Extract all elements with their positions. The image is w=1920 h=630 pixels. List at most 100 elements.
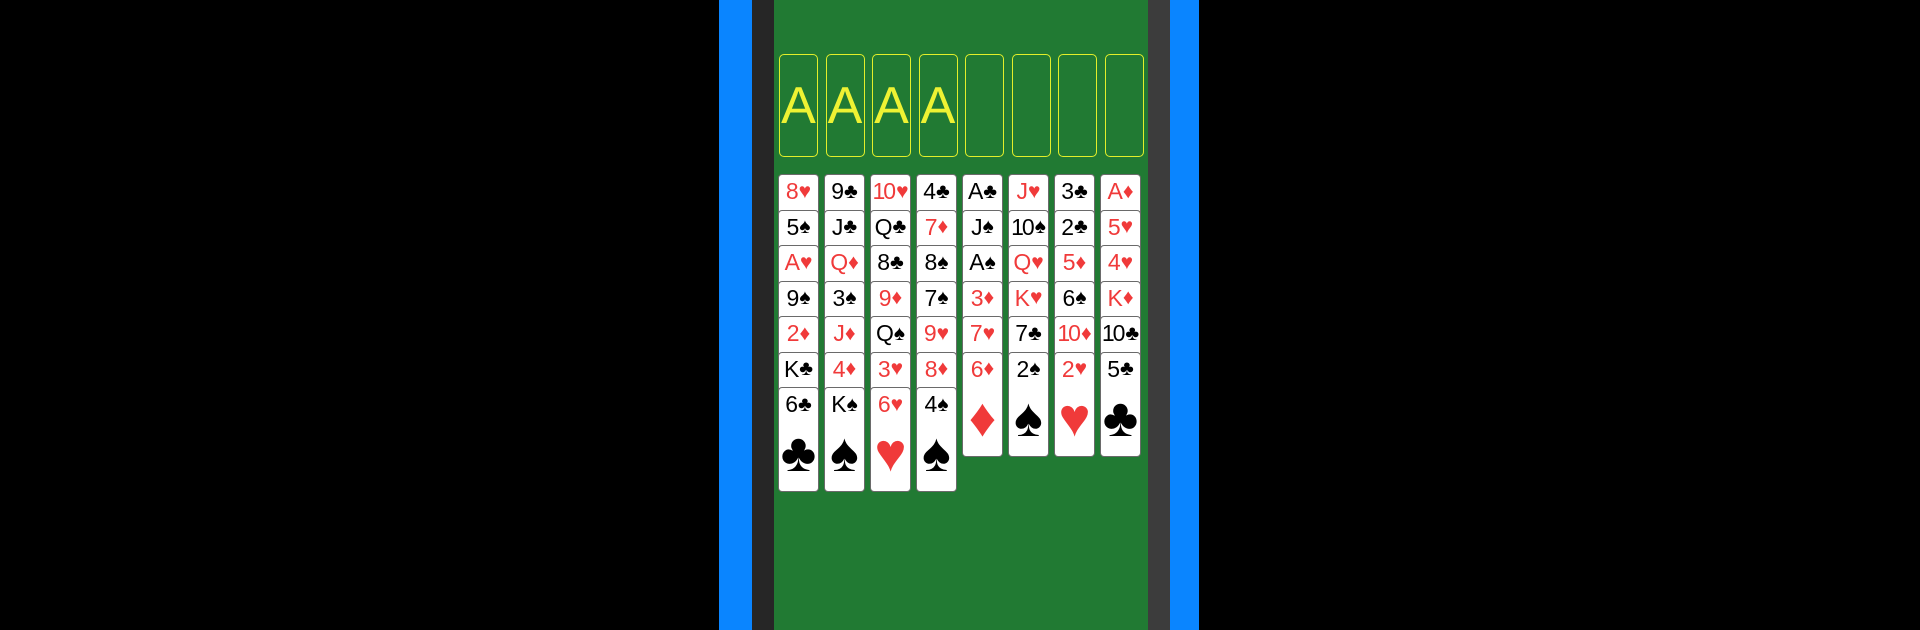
foundation-slot-1[interactable]: A [779,54,818,157]
heart-icon: ♥ [798,179,812,203]
spade-icon: ♠ [845,286,857,309]
card-rank: 2 [1016,355,1030,382]
card-5-of-clubs[interactable]: 5♣ ♣ [1100,351,1141,457]
heart-large-icon: ♥ [874,423,907,483]
card-rank: Q [1013,249,1031,275]
card-rank: A [969,249,984,275]
device-bezel-right [1148,0,1170,630]
heart-icon: ♥ [1120,250,1134,274]
diamond-icon: ♦ [983,357,995,380]
card-rank: 3 [832,284,846,311]
card-rank: A [784,249,800,275]
spade-icon: ♠ [799,286,811,309]
card-4-of-spades[interactable]: 4♠ ♠ [916,387,957,492]
card-rank: Q [875,320,894,346]
card-rank: J [831,213,843,240]
heart-icon: ♥ [799,250,813,274]
card-rank: 6 [785,391,798,417]
card-rank: 2 [1061,355,1075,382]
diamond-icon: ♦ [1122,286,1134,309]
card-rank: Q [874,213,893,240]
heart-icon: ♥ [982,321,996,345]
freecell-slot-2[interactable] [1011,54,1051,157]
foundation-slot-4[interactable]: A [918,54,958,157]
card-rank: 9 [878,284,892,311]
club-large-icon: ♣ [780,423,817,483]
diamond-large-icon: ♦ [968,387,997,448]
club-icon: ♣ [892,215,907,238]
club-icon: ♣ [1125,321,1140,345]
club-icon: ♣ [936,179,950,203]
heart-icon: ♥ [1028,179,1041,203]
card-rank: 5 [1107,355,1120,382]
card-2-of-hearts[interactable]: 2♥ ♥ [1054,351,1095,457]
spade-icon: ♠ [937,392,949,416]
heart-icon: ♥ [890,392,904,416]
foundation-slot-2[interactable]: A [825,54,865,157]
card-rank: 4 [924,391,938,417]
card-rank: 3 [970,284,984,311]
heart-large-icon: ♥ [1058,387,1091,448]
freecell-slot-4[interactable] [1104,54,1144,157]
club-icon: ♣ [890,250,904,274]
card-rank: A [1107,178,1122,204]
card-rank: J [833,320,844,346]
card-rank: 6 [970,355,984,382]
heart-icon: ♥ [936,321,950,345]
card-rank: J [971,213,982,240]
freecell-slot-3[interactable] [1058,54,1097,157]
card-2-of-spades[interactable]: 2♠ ♠ [1008,351,1049,457]
freecell-slot-1[interactable] [965,54,1004,157]
card-rank: 5 [1062,249,1076,275]
card-rank: J [1016,178,1028,204]
card-rank: 8 [877,249,890,275]
card-rank: K [1107,284,1122,311]
card-rank: 6 [877,391,891,417]
card-rank: 4 [923,178,936,204]
card-rank: 9 [831,178,844,204]
card-rank: 10 [1057,320,1081,346]
spade-icon: ♠ [984,250,996,274]
card-rank: 5 [786,213,800,240]
spade-icon: ♠ [893,321,906,345]
device-frame-left [719,0,752,630]
club-icon: ♣ [1074,179,1088,203]
card-rank: 10 [1011,213,1035,240]
card-rank: K [831,391,846,417]
club-large-icon: ♣ [1102,387,1139,448]
card-rank: 8 [924,355,938,382]
spade-large-icon: ♠ [1014,387,1043,448]
foundation-slot-3[interactable]: A [872,54,911,157]
club-icon: ♣ [798,392,812,416]
card-6-of-hearts[interactable]: 6♥ ♥ [870,387,911,492]
club-icon: ♣ [983,179,998,203]
heart-icon: ♥ [1074,357,1088,380]
club-icon: ♣ [799,357,814,380]
card-rank: K [1014,284,1030,311]
card-6-of-clubs[interactable]: 6♣ ♣ [778,387,819,492]
card-rank: 9 [786,284,800,311]
card-rank: K [783,355,799,382]
spade-icon: ♠ [1034,215,1046,238]
club-icon: ♣ [1120,357,1134,380]
card-6-of-diamonds[interactable]: 6♦ ♦ [962,351,1003,457]
card-K-of-spades[interactable]: K♠ ♠ [824,387,865,492]
card-rank: 10 [1101,320,1126,346]
heart-icon: ♥ [896,179,909,203]
card-rank: 10 [872,178,896,204]
diamond-icon: ♦ [891,286,903,309]
card-rank: 9 [923,320,937,346]
device-frame-right [1170,0,1199,630]
card-rank: 4 [1107,249,1121,275]
heart-icon: ♥ [1120,215,1134,238]
diamond-icon: ♦ [983,286,995,309]
club-icon: ♣ [843,215,858,238]
diamond-icon: ♦ [1075,250,1087,274]
spade-icon: ♠ [1075,286,1087,309]
card-rank: 4 [832,355,846,382]
game-table: AAAA 8♥ 5♠ A♥ 9♠ 2♦ K♣ 6♣ ♣ 9♣ J♣ Q♦ 3♠ J♦ 4♦ K♠ ♠ 10♥ Q♣… [774,0,1148,630]
card-rank: 7 [924,284,938,311]
card-rank: 5 [1107,213,1121,240]
device-bezel-left [752,0,774,630]
club-icon: ♣ [1028,321,1042,345]
